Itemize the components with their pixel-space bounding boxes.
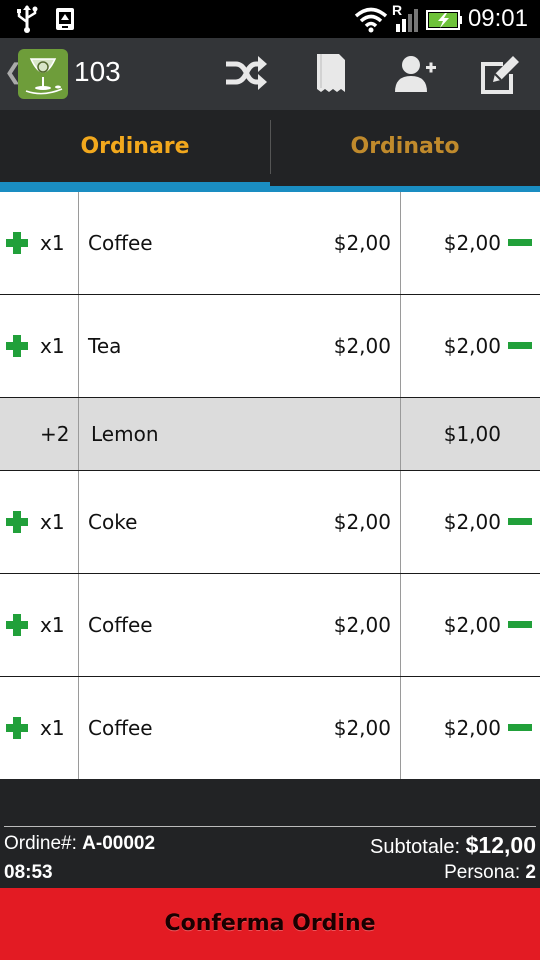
- modifier-total: $1,00: [443, 422, 501, 446]
- order-row[interactable]: x1 Coffee $2,00 $2,00: [0, 574, 540, 677]
- order-list: x1 Coffee $2,00 $2,00 x1 Tea $2,00 $2,00…: [0, 192, 540, 779]
- persons-value: 2: [525, 862, 536, 883]
- modifier-name: Lemon: [91, 422, 159, 446]
- add-person-button[interactable]: [393, 52, 437, 96]
- item-price: $2,00: [333, 716, 391, 740]
- modifier-row[interactable]: +2 Lemon $1,00: [0, 398, 540, 471]
- shuffle-icon: [226, 56, 267, 90]
- item-quantity: x1: [40, 334, 65, 358]
- remove-quantity-icon[interactable]: [508, 518, 532, 525]
- modifier-quantity: +2: [40, 422, 70, 446]
- order-row[interactable]: x1 Coffee $2,00 $2,00: [0, 192, 540, 295]
- subtotal-label: Subtotale:: [370, 836, 461, 858]
- tab-ordinato[interactable]: Ordinato: [270, 110, 540, 186]
- item-total: $2,00: [443, 334, 501, 358]
- item-name: Coke: [88, 510, 138, 534]
- battery-charging-icon: [426, 10, 462, 30]
- add-quantity-icon[interactable]: [6, 717, 28, 739]
- wifi-icon: [354, 7, 388, 33]
- confirm-order-button[interactable]: Conferma Ordine: [0, 888, 540, 960]
- item-total: $2,00: [443, 510, 501, 534]
- remove-quantity-icon[interactable]: [508, 621, 532, 628]
- item-name: Coffee: [88, 613, 153, 637]
- item-price: $2,00: [333, 613, 391, 637]
- item-quantity: x1: [40, 231, 65, 255]
- edit-icon: [481, 56, 519, 94]
- order-row[interactable]: x1 Coke $2,00 $2,00: [0, 471, 540, 574]
- order-number: A-00002: [82, 833, 156, 854]
- remove-quantity-icon[interactable]: [508, 342, 532, 349]
- usb-icon: [17, 5, 38, 33]
- item-quantity: x1: [40, 613, 65, 637]
- tab-active-indicator: [0, 182, 270, 188]
- status-bar: R 09:01: [0, 0, 540, 38]
- add-person-icon: [395, 56, 436, 92]
- receipt-icon: [317, 54, 345, 92]
- summary-divider: [4, 826, 536, 827]
- clock: 09:01: [467, 5, 528, 32]
- android-debug-icon: [56, 8, 74, 30]
- order-number-line: Ordine#: A-00002: [4, 833, 155, 855]
- order-time: 08:53: [4, 862, 53, 883]
- subtotal-value: $12,00: [465, 832, 536, 858]
- add-quantity-icon[interactable]: [6, 614, 28, 636]
- subtotal-line: Subtotale: $12,00: [370, 832, 536, 859]
- item-name: Tea: [88, 334, 122, 358]
- shuffle-button[interactable]: [224, 52, 268, 96]
- remove-quantity-icon[interactable]: [508, 724, 532, 731]
- order-number-label: Ordine#:: [4, 833, 77, 854]
- item-name: Coffee: [88, 231, 153, 255]
- action-bar: ❮ 103: [0, 38, 540, 112]
- order-summary: Ordine#: A-00002 08:53 Subtotale: $12,00…: [0, 779, 540, 888]
- remove-quantity-icon[interactable]: [508, 239, 532, 246]
- signal-icon: [396, 9, 418, 32]
- tab-bar: Ordinare Ordinato: [0, 110, 540, 192]
- order-row[interactable]: x1 Coffee $2,00 $2,00: [0, 677, 540, 779]
- edit-button[interactable]: [477, 52, 521, 96]
- app-logo-icon[interactable]: [18, 49, 68, 99]
- item-price: $2,00: [333, 510, 391, 534]
- item-total: $2,00: [443, 716, 501, 740]
- item-total: $2,00: [443, 231, 501, 255]
- persons-label: Persona:: [444, 862, 521, 883]
- persons-line: Persona: 2: [444, 862, 536, 884]
- tab-ordinare[interactable]: Ordinare: [0, 110, 270, 186]
- add-quantity-icon[interactable]: [6, 511, 28, 533]
- item-price: $2,00: [333, 231, 391, 255]
- item-price: $2,00: [333, 334, 391, 358]
- receipt-button[interactable]: [309, 52, 353, 96]
- item-quantity: x1: [40, 510, 65, 534]
- item-quantity: x1: [40, 716, 65, 740]
- add-quantity-icon[interactable]: [6, 232, 28, 254]
- table-number: 103: [74, 56, 121, 87]
- add-quantity-icon[interactable]: [6, 335, 28, 357]
- item-total: $2,00: [443, 613, 501, 637]
- order-row[interactable]: x1 Tea $2,00 $2,00: [0, 295, 540, 398]
- item-name: Coffee: [88, 716, 153, 740]
